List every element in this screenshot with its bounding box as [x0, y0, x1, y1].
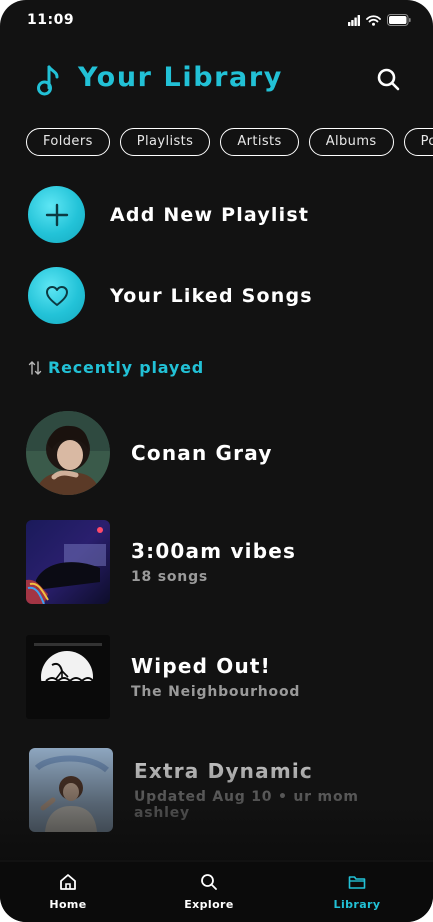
item-title: Wiped Out! [131, 654, 271, 678]
sort-icon [28, 360, 42, 375]
plus-icon [45, 203, 68, 226]
heart-icon [45, 285, 68, 306]
item-text: 3:00am vibes 18 songs [131, 539, 296, 585]
item-text: Extra Dynamic Updated Aug 10 • ur mom as… [134, 759, 413, 821]
recently-played-sort[interactable]: Recently played [28, 358, 204, 377]
chip-playlists[interactable]: Playlists [119, 128, 211, 156]
nav-explore[interactable]: Explore [164, 870, 254, 911]
search-button[interactable] [375, 66, 403, 94]
list-item-wiped-out[interactable]: Wiped Out! The Neighbourhood [26, 635, 413, 719]
playlist-cover [29, 748, 113, 832]
item-subtitle: The Neighbourhood [131, 684, 301, 700]
chip-artists[interactable]: Artists [220, 128, 299, 156]
filter-chips: Folders Playlists Artists Albums Podcast… [26, 128, 433, 156]
home-icon [60, 874, 76, 890]
chip-folders[interactable]: Folders [26, 128, 110, 156]
nav-explore-label: Explore [184, 898, 234, 911]
add-playlist-circle [28, 186, 85, 243]
item-title: Conan Gray [131, 441, 273, 465]
chip-albums[interactable]: Albums [308, 128, 394, 156]
music-note-icon [37, 65, 59, 96]
header: Your Library [36, 60, 403, 104]
status-time: 11:09 [27, 12, 75, 28]
folder-icon [348, 876, 366, 889]
nav-home[interactable]: Home [23, 870, 113, 911]
artist-avatar [26, 411, 110, 495]
battery-icon [387, 14, 411, 26]
search-icon [377, 68, 400, 91]
item-text: Conan Gray [131, 441, 273, 465]
liked-songs-button[interactable]: Your Liked Songs [28, 267, 313, 324]
item-subtitle: Updated Aug 10 • ur mom ashley [134, 789, 359, 821]
list-item-extra-dynamic[interactable]: Extra Dynamic Updated Aug 10 • ur mom as… [29, 748, 413, 832]
page-title: Your Library [78, 62, 283, 93]
item-subtitle: 18 songs [131, 569, 209, 585]
list-item-3am-vibes[interactable]: 3:00am vibes 18 songs [26, 520, 413, 604]
nav-home-label: Home [49, 898, 87, 911]
add-playlist-button[interactable]: Add New Playlist [28, 186, 309, 243]
search-icon [201, 874, 217, 890]
phone-screen: 11:09 Your Library Folders Playlists Art… [0, 0, 433, 922]
nav-library-label: Library [333, 898, 381, 911]
signal-icon [348, 14, 360, 26]
nav-library[interactable]: Library [312, 870, 402, 911]
album-cover [26, 635, 110, 719]
liked-songs-circle [28, 267, 85, 324]
bottom-nav: Home Explore Library [0, 862, 433, 922]
status-icons [348, 14, 411, 26]
item-title: Extra Dynamic [134, 759, 313, 783]
add-playlist-label: Add New Playlist [110, 203, 310, 226]
status-bar: 11:09 [0, 0, 433, 44]
wifi-icon [366, 14, 381, 26]
chip-podcasts[interactable]: Podcasts [403, 128, 433, 156]
section-label: Recently played [48, 358, 205, 377]
liked-songs-label: Your Liked Songs [110, 284, 313, 307]
playlist-cover [26, 520, 110, 604]
item-text: Wiped Out! The Neighbourhood [131, 654, 300, 700]
item-title: 3:00am vibes [131, 539, 297, 563]
list-item-conan-gray[interactable]: Conan Gray [26, 411, 413, 495]
